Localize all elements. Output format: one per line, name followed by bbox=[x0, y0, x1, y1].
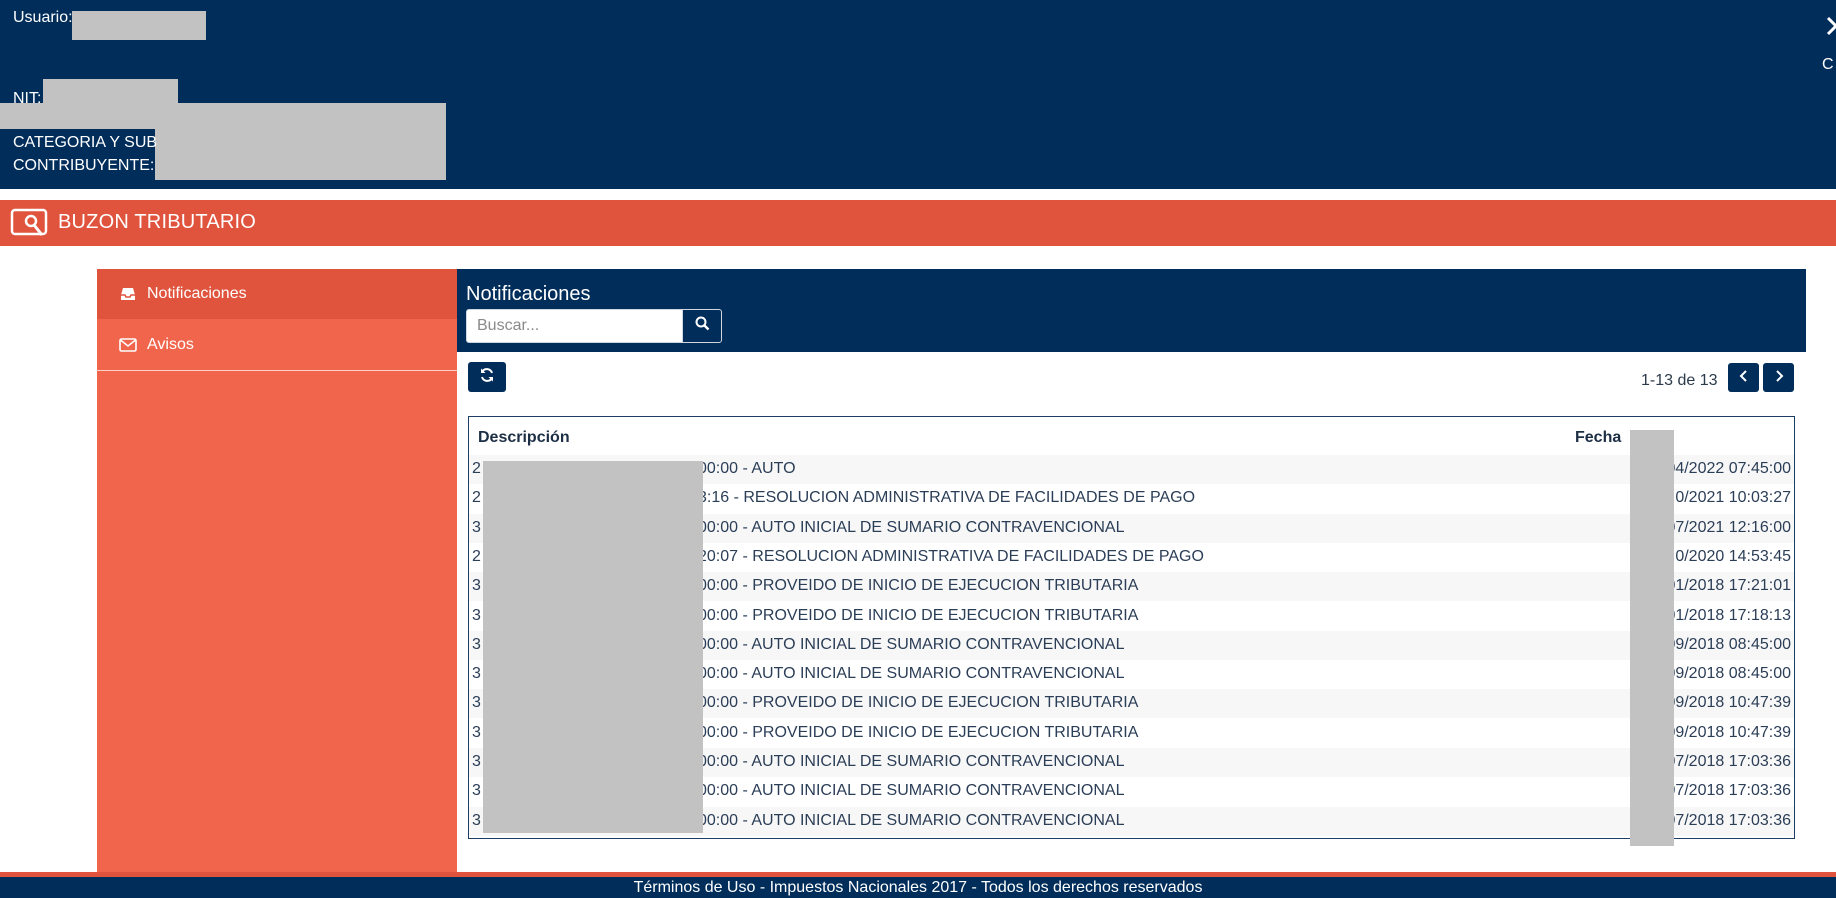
refresh-button[interactable] bbox=[468, 362, 506, 392]
row-description[interactable]: 00:00 - AUTO INICIAL DE SUMARIO CONTRAVE… bbox=[698, 782, 1124, 800]
footer-terms-link[interactable]: Términos de Uso - Impuestos Nacionales 2… bbox=[634, 879, 1203, 896]
row-description[interactable]: 00:00 - AUTO INICIAL DE SUMARIO CONTRAVE… bbox=[698, 665, 1124, 683]
chevron-right-icon bbox=[1774, 369, 1784, 387]
row-description[interactable]: 00:00 - AUTO INICIAL DE SUMARIO CONTRAVE… bbox=[698, 519, 1124, 537]
sidebar-item-notificaciones[interactable]: Notificaciones bbox=[97, 269, 457, 319]
sidebar-item-label: Notificaciones bbox=[147, 285, 247, 302]
header-right-link[interactable]: C bbox=[1822, 56, 1836, 74]
row-prefix: 3 bbox=[472, 782, 481, 800]
row-date: 09/2018 08:45:00 bbox=[1666, 635, 1791, 653]
user-info-header: Usuario: NIT: CATEGORIA Y SUB CONTRIBUYE… bbox=[0, 0, 1836, 189]
row-date: 01/2018 17:18:13 bbox=[1666, 606, 1791, 624]
row-date: 09/2018 10:47:39 bbox=[1666, 694, 1791, 712]
row-description[interactable]: 00:00 - AUTO bbox=[698, 460, 796, 478]
row-description[interactable]: 00:00 - AUTO INICIAL DE SUMARIO CONTRAVE… bbox=[698, 636, 1124, 654]
chevron-left-icon bbox=[1739, 369, 1749, 387]
nit-extra-redacted bbox=[0, 103, 446, 129]
row-description[interactable]: 00:00 - PROVEIDO DE INICIO DE EJECUCION … bbox=[698, 694, 1138, 712]
row-date: 09/2018 08:45:00 bbox=[1666, 665, 1791, 683]
row-description[interactable]: 00:00 - AUTO INICIAL DE SUMARIO CONTRAVE… bbox=[698, 753, 1124, 771]
row-date: 07/2018 17:03:36 bbox=[1666, 782, 1791, 800]
column-header-descripcion[interactable]: Descripción bbox=[478, 429, 570, 447]
row-date: 0/2021 10:03:27 bbox=[1675, 489, 1791, 507]
sidebar: Notificaciones Avisos bbox=[97, 269, 457, 873]
next-page-button[interactable] bbox=[1763, 363, 1794, 392]
row-prefix: 2 bbox=[472, 489, 481, 507]
row-prefix: 2 bbox=[472, 460, 481, 477]
row-date: 0/2020 14:53:45 bbox=[1675, 547, 1791, 565]
row-prefix: 3 bbox=[472, 606, 481, 624]
page-title: BUZON TRIBUTARIO bbox=[58, 211, 257, 233]
contribuyente-label: CONTRIBUYENTE: bbox=[13, 157, 155, 174]
row-description[interactable]: 20:07 - RESOLUCION ADMINISTRATIVA DE FAC… bbox=[698, 548, 1204, 566]
column-header-fecha[interactable]: Fecha bbox=[1575, 429, 1621, 447]
row-prefix: 2 bbox=[472, 547, 481, 565]
pagination-count: 1-13 de 13 bbox=[1641, 372, 1718, 389]
date-prefix-redacted bbox=[1630, 430, 1674, 846]
row-prefix: 3 bbox=[472, 811, 481, 829]
row-prefix: 3 bbox=[472, 753, 481, 770]
nit-value-redacted bbox=[43, 79, 178, 106]
refresh-icon bbox=[479, 367, 495, 388]
row-date: 07/2021 12:16:00 bbox=[1666, 518, 1791, 536]
sidebar-item-label: Avisos bbox=[147, 335, 194, 353]
row-prefix: 3 bbox=[472, 723, 481, 741]
row-description[interactable]: 3:16 - RESOLUCION ADMINISTRATIVA DE FACI… bbox=[698, 489, 1195, 507]
row-prefix: 3 bbox=[472, 635, 481, 653]
panel-title: Notificaciones bbox=[466, 283, 591, 305]
search-box bbox=[466, 309, 722, 343]
search-icon bbox=[695, 316, 710, 336]
usuario-value-redacted bbox=[72, 11, 206, 40]
row-description[interactable]: 00:00 - PROVEIDO DE INICIO DE EJECUCION … bbox=[698, 724, 1138, 742]
title-band bbox=[0, 200, 1836, 246]
row-description[interactable]: 00:00 - PROVEIDO DE INICIO DE EJECUCION … bbox=[698, 607, 1138, 625]
row-date: 07/2018 17:03:36 bbox=[1666, 753, 1791, 770]
sidebar-item-avisos[interactable]: Avisos bbox=[97, 319, 457, 371]
row-description[interactable]: 00:00 - PROVEIDO DE INICIO DE EJECUCION … bbox=[698, 577, 1138, 595]
inbox-icon bbox=[119, 286, 137, 302]
row-prefix: 3 bbox=[472, 694, 481, 712]
categoria-label: CATEGORIA Y SUB bbox=[13, 134, 158, 151]
prev-page-button[interactable] bbox=[1728, 363, 1759, 392]
categoria-value-redacted bbox=[155, 128, 446, 180]
description-prefix-redacted bbox=[483, 461, 703, 833]
mailbox-icon bbox=[10, 208, 48, 238]
row-date: 04/2022 07:45:00 bbox=[1666, 460, 1791, 477]
row-prefix: 3 bbox=[472, 665, 481, 683]
row-date: 01/2018 17:21:01 bbox=[1666, 577, 1791, 595]
notifications-panel-header: Notificaciones bbox=[457, 269, 1806, 352]
row-description[interactable]: 00:00 - AUTO INICIAL DE SUMARIO CONTRAVE… bbox=[698, 812, 1124, 830]
usuario-label: Usuario: bbox=[13, 9, 73, 26]
row-date: 07/2018 17:03:36 bbox=[1666, 811, 1791, 829]
row-date: 09/2018 10:47:39 bbox=[1666, 723, 1791, 741]
signout-icon[interactable] bbox=[1826, 14, 1836, 38]
search-input[interactable] bbox=[467, 310, 682, 342]
row-prefix: 3 bbox=[472, 518, 481, 536]
envelope-icon bbox=[119, 337, 137, 353]
footer: Términos de Uso - Impuestos Nacionales 2… bbox=[0, 877, 1836, 898]
row-prefix: 3 bbox=[472, 577, 481, 595]
search-button[interactable] bbox=[682, 310, 721, 342]
